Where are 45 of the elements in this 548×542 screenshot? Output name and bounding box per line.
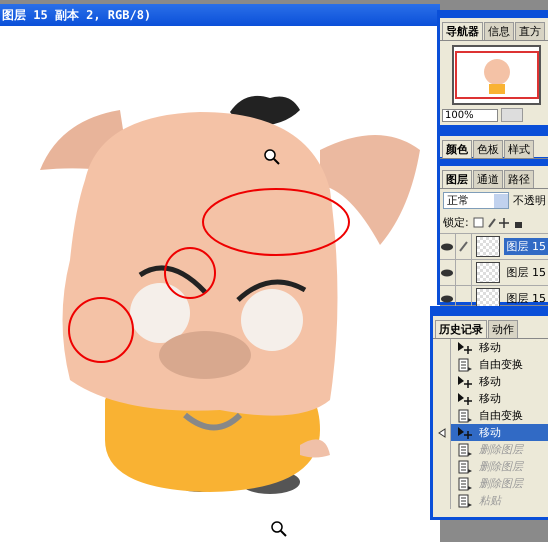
panel-tab[interactable]: 动作 — [488, 320, 518, 338]
panel-tab[interactable]: 直方 — [515, 22, 545, 40]
move-tool-icon — [457, 426, 473, 440]
blend-mode-dropdown[interactable]: 正常 — [443, 192, 509, 209]
move-tool-icon — [457, 374, 473, 388]
eye-icon[interactable] — [441, 294, 454, 302]
lock-label: 锁定: — [443, 215, 469, 230]
panel-tab[interactable]: 路径 — [504, 170, 534, 188]
move-tool-icon — [457, 392, 473, 406]
zoom-field[interactable]: 100% — [442, 108, 498, 122]
opacity-label: 不透明 — [513, 193, 546, 208]
zoom-cursor-icon — [271, 521, 287, 537]
document-icon — [457, 494, 473, 508]
document-icon — [457, 442, 473, 456]
panel-tab[interactable]: 颜色 — [442, 140, 472, 158]
window-title: 图层 15 副本 2, RGB/8) — [0, 4, 440, 26]
eye-icon[interactable] — [441, 242, 454, 250]
history-step[interactable]: 移动 — [477, 373, 548, 390]
layer-name[interactable]: 图层 15 — [504, 264, 548, 281]
history-step[interactable]: 自由变换 — [477, 407, 548, 424]
document-icon — [457, 358, 473, 372]
history-step[interactable]: 移动 — [477, 390, 548, 407]
layer-name[interactable]: 图层 15 — [504, 290, 548, 307]
panel-tab[interactable]: 图层 — [442, 170, 472, 188]
zoom-cursor-icon — [264, 149, 280, 165]
lock-icons[interactable] — [472, 216, 523, 228]
layer-thumbnail — [476, 262, 500, 283]
layer-name[interactable]: 图层 15 — [504, 238, 548, 255]
highlight-ellipse — [68, 297, 134, 363]
document-icon — [457, 408, 473, 422]
panel-tab[interactable]: 样式 — [504, 140, 534, 158]
document-icon — [457, 476, 473, 490]
document-icon — [457, 460, 473, 474]
layer-thumbnail — [476, 236, 500, 257]
brush-icon — [458, 240, 468, 252]
source-marker-icon[interactable] — [438, 428, 446, 438]
eye-icon[interactable] — [441, 268, 454, 276]
history-step[interactable]: 移动 — [477, 339, 548, 356]
panel-tab[interactable]: 导航器 — [442, 22, 483, 40]
panel-tab[interactable]: 历史记录 — [435, 320, 487, 338]
move-tool-icon — [457, 340, 473, 354]
panel-tab[interactable]: 通道 — [473, 170, 503, 188]
panel-tab[interactable]: 色板 — [473, 140, 503, 158]
panel-tab[interactable]: 信息 — [484, 22, 514, 40]
history-step[interactable]: 自由变换 — [477, 356, 548, 373]
